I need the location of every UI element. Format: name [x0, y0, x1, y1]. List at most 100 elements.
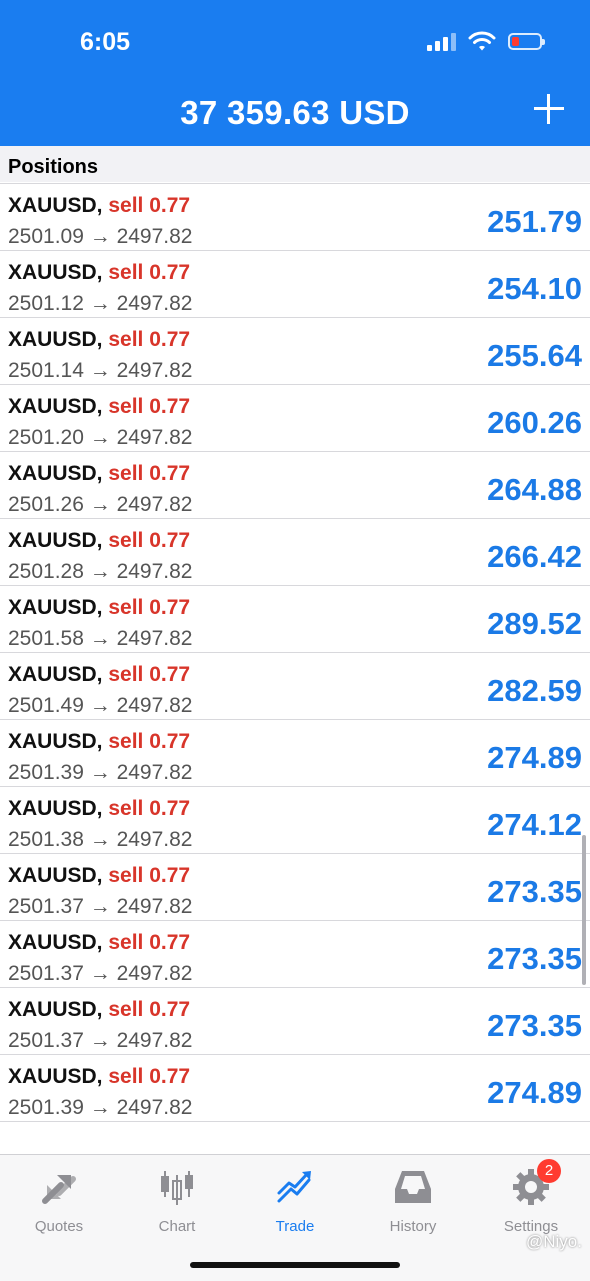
order-side: sell 0.77: [108, 395, 191, 418]
position-row[interactable]: XAUUSD, sell 0.77 2501.58 → 2497.82 289.52: [0, 586, 590, 653]
price-range: 2501.39 → 2497.82: [8, 1096, 193, 1119]
positions-rows: XAUUSD, sell 0.77 2501.09 → 2497.82 251.79…: [0, 146, 590, 1122]
order-side: sell 0.77: [108, 529, 191, 552]
position-profit: 260.26: [487, 405, 582, 440]
order-side: sell 0.77: [108, 663, 191, 686]
price-range: 2501.39 → 2497.82: [8, 761, 193, 784]
position-row[interactable]: XAUUSD, sell 0.77 2501.49 → 2497.82 282.59: [0, 653, 590, 720]
position-symbol: XAUUSD, sell 0.77: [8, 462, 190, 486]
position-profit: 273.35: [487, 941, 582, 976]
position-profit: 251.79: [487, 204, 582, 239]
price-range: 2501.28 → 2497.82: [8, 560, 193, 583]
account-balance: 37 359.63 USD: [180, 94, 410, 131]
position-symbol: XAUUSD, sell 0.77: [8, 261, 190, 285]
price-range: 2501.37 → 2497.82: [8, 962, 193, 985]
inbox-tray-icon: [393, 1167, 433, 1207]
order-side: sell 0.77: [108, 931, 191, 954]
symbol-text: XAUUSD,: [8, 797, 103, 820]
gear-icon: 2: [511, 1159, 561, 1207]
order-side: sell 0.77: [108, 194, 191, 217]
top-header: 6:05 37 359.63 USD: [0, 0, 590, 146]
position-profit: 289.52: [487, 606, 582, 641]
tab-quotes-label: Quotes: [34, 1218, 84, 1235]
home-indicator[interactable]: [190, 1262, 400, 1268]
position-row[interactable]: XAUUSD, sell 0.77 2501.37 → 2497.82 273.35: [0, 988, 590, 1055]
position-symbol: XAUUSD, sell 0.77: [8, 194, 190, 218]
position-profit: 274.89: [487, 740, 582, 775]
position-profit: 273.35: [487, 1008, 582, 1043]
order-side: sell 0.77: [108, 998, 191, 1021]
order-side: sell 0.77: [108, 462, 191, 485]
position-row[interactable]: XAUUSD, sell 0.77 2501.39 → 2497.82 274.89: [0, 1055, 590, 1122]
price-range: 2501.12 → 2497.82: [8, 292, 193, 315]
position-row[interactable]: XAUUSD, sell 0.77 2501.38 → 2497.82 274.12: [0, 787, 590, 854]
tab-history-label: History: [389, 1218, 437, 1235]
price-range: 2501.09 → 2497.82: [8, 225, 193, 248]
position-profit: 254.10: [487, 271, 582, 306]
price-range: 2501.49 → 2497.82: [8, 694, 193, 717]
symbol-text: XAUUSD,: [8, 261, 103, 284]
symbol-text: XAUUSD,: [8, 1065, 103, 1088]
tab-trade[interactable]: Trade: [236, 1167, 354, 1235]
symbol-text: XAUUSD,: [8, 730, 103, 753]
position-symbol: XAUUSD, sell 0.77: [8, 797, 190, 821]
tab-trade-label: Trade: [275, 1218, 315, 1235]
position-profit: 266.42: [487, 539, 582, 574]
position-row[interactable]: XAUUSD, sell 0.77 2501.09 → 2497.82 251.79: [0, 184, 590, 251]
candlestick-chart-icon: [157, 1167, 197, 1207]
price-range: 2501.20 → 2497.82: [8, 426, 193, 449]
tab-history[interactable]: History: [354, 1167, 472, 1235]
order-side: sell 0.77: [108, 797, 191, 820]
add-order-button[interactable]: [534, 94, 564, 124]
order-side: sell 0.77: [108, 1065, 191, 1088]
symbol-text: XAUUSD,: [8, 864, 103, 887]
tab-quotes[interactable]: Quotes: [0, 1167, 118, 1235]
position-row[interactable]: XAUUSD, sell 0.77 2501.28 → 2497.82 266.42: [0, 519, 590, 586]
price-range: 2501.14 → 2497.82: [8, 359, 193, 382]
position-row[interactable]: XAUUSD, sell 0.77 2501.20 → 2497.82 260.26: [0, 385, 590, 452]
battery-icon: [508, 32, 545, 50]
position-row[interactable]: XAUUSD, sell 0.77 2501.37 → 2497.82 273.35: [0, 854, 590, 921]
symbol-text: XAUUSD,: [8, 663, 103, 686]
position-row[interactable]: XAUUSD, sell 0.77 2501.14 → 2497.82 255.64: [0, 318, 590, 385]
position-symbol: XAUUSD, sell 0.77: [8, 529, 190, 553]
order-side: sell 0.77: [108, 261, 191, 284]
watermark: @Niyo.: [526, 1232, 582, 1251]
tab-chart[interactable]: Chart: [118, 1167, 236, 1235]
symbol-text: XAUUSD,: [8, 194, 103, 217]
price-range: 2501.58 → 2497.82: [8, 627, 193, 650]
position-profit: 255.64: [487, 338, 582, 373]
symbol-text: XAUUSD,: [8, 529, 103, 552]
symbol-text: XAUUSD,: [8, 462, 103, 485]
position-symbol: XAUUSD, sell 0.77: [8, 663, 190, 687]
scrollbar[interactable]: [582, 835, 586, 985]
tab-settings[interactable]: 2 Settings: [472, 1159, 590, 1235]
status-time: 6:05: [80, 28, 131, 56]
price-range: 2501.37 → 2497.82: [8, 895, 193, 918]
position-row[interactable]: XAUUSD, sell 0.77 2501.26 → 2497.82 264.88: [0, 452, 590, 519]
position-row[interactable]: XAUUSD, sell 0.77 2501.12 → 2497.82 254.10: [0, 251, 590, 318]
position-symbol: XAUUSD, sell 0.77: [8, 864, 190, 888]
position-symbol: XAUUSD, sell 0.77: [8, 596, 190, 620]
positions-header: Positions: [0, 146, 590, 182]
order-side: sell 0.77: [108, 596, 191, 619]
quotes-arrows-icon: [39, 1167, 79, 1207]
symbol-text: XAUUSD,: [8, 328, 103, 351]
symbol-text: XAUUSD,: [8, 931, 103, 954]
position-symbol: XAUUSD, sell 0.77: [8, 998, 190, 1022]
position-row[interactable]: XAUUSD, sell 0.77 2501.39 → 2497.82 274.89: [0, 720, 590, 787]
position-row[interactable]: XAUUSD, sell 0.77 2501.37 → 2497.82 273.35: [0, 921, 590, 988]
tab-chart-label: Chart: [158, 1218, 196, 1235]
wifi-icon: [468, 31, 496, 51]
positions-list[interactable]: Positions XAUUSD, sell 0.77 2501.09 → 249…: [0, 146, 590, 1154]
order-side: sell 0.77: [108, 730, 191, 753]
symbol-text: XAUUSD,: [8, 395, 103, 418]
position-symbol: XAUUSD, sell 0.77: [8, 931, 190, 955]
position-profit: 274.89: [487, 1075, 582, 1110]
cellular-signal-icon: [427, 31, 456, 51]
price-range: 2501.38 → 2497.82: [8, 828, 193, 851]
price-range: 2501.37 → 2497.82: [8, 1029, 193, 1052]
position-profit: 264.88: [487, 472, 582, 507]
price-range: 2501.26 → 2497.82: [8, 493, 193, 516]
trend-up-icon: [275, 1167, 315, 1207]
